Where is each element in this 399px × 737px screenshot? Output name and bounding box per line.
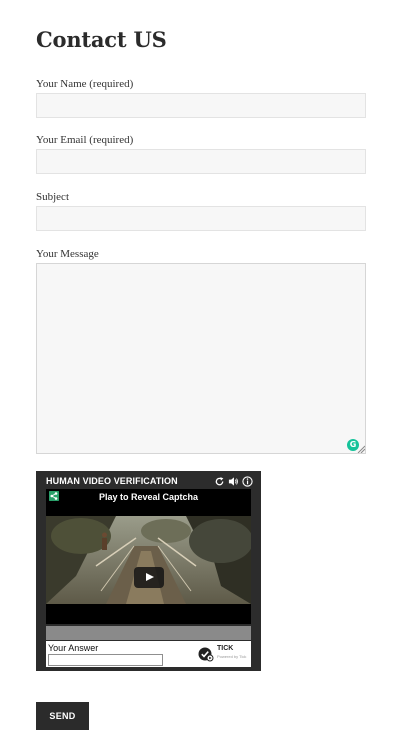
speaker-icon[interactable] [228, 476, 239, 487]
play-button[interactable] [134, 567, 164, 588]
captcha-caption: Play to Reveal Captcha [98, 492, 199, 502]
answer-panel: Your Answer TICK Powered by Tick [46, 641, 251, 667]
captcha-video-player[interactable]: Play to Reveal Captcha [46, 489, 251, 624]
tick-brand-sub: Powered by Tick [217, 654, 247, 659]
resize-handle-icon[interactable] [357, 445, 365, 453]
refresh-icon[interactable] [214, 476, 225, 487]
send-button[interactable]: SEND [36, 702, 89, 730]
answer-label: Your Answer [48, 643, 99, 653]
email-field[interactable] [36, 149, 366, 174]
info-icon[interactable] [242, 476, 253, 487]
subject-label: Subject [36, 191, 69, 203]
tick-brand: TICK [217, 645, 234, 652]
video-thumbnail [46, 516, 251, 604]
captcha-title: HUMAN VIDEO VERIFICATION [46, 476, 178, 486]
tick-logo-icon [198, 647, 214, 662]
name-field[interactable] [36, 93, 366, 118]
name-label: Your Name (required) [36, 78, 134, 90]
answer-strip [46, 626, 251, 640]
subject-field[interactable] [36, 206, 366, 231]
message-field[interactable] [36, 263, 366, 454]
page-title: Contact US [36, 27, 167, 52]
video-captcha-widget: HUMAN VIDEO VERIFICATION Play to Reveal … [36, 471, 261, 671]
captcha-answer-input[interactable] [48, 654, 163, 666]
message-label: Your Message [36, 248, 99, 260]
email-label: Your Email (required) [36, 134, 134, 146]
